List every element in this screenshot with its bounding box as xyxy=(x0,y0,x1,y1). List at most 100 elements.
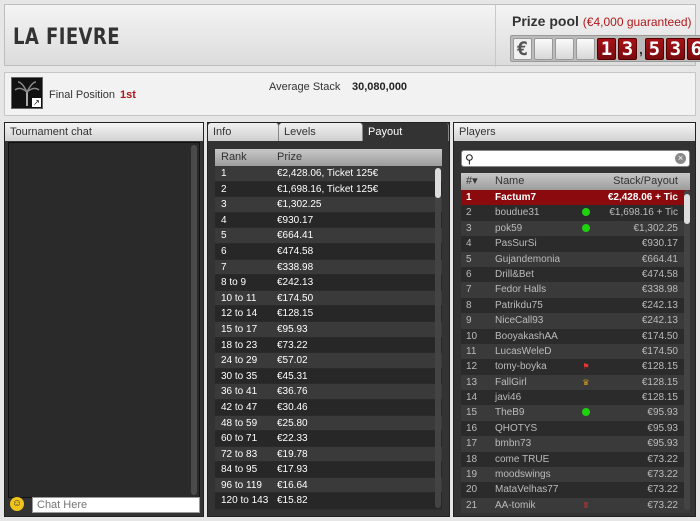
player-stack: €930.17 xyxy=(641,238,678,250)
players-panel: Players ⚲ × #▾ Name Stack/Payout 1 Factum… xyxy=(453,122,696,517)
player-row[interactable]: 6 Drill&Bet €474.58 xyxy=(461,266,690,283)
prize-column-header[interactable]: Prize xyxy=(277,149,442,166)
chat-input[interactable] xyxy=(32,497,200,513)
payout-rank: 5 xyxy=(221,230,227,242)
player-row[interactable]: 18 come TRUE €73.22 xyxy=(461,451,690,468)
euro-digit: € xyxy=(513,37,532,60)
player-name: Factum7 xyxy=(495,192,537,203)
player-row[interactable]: 21 AA-tomik ʬ €73.22 xyxy=(461,497,690,513)
player-icon-slot xyxy=(575,436,597,451)
payout-rank: 10 to 11 xyxy=(221,292,257,304)
clear-search-icon[interactable]: × xyxy=(675,153,686,164)
player-row[interactable]: 17 bmbn73 €95.93 xyxy=(461,436,690,452)
player-name: MataVelhas77 xyxy=(495,484,559,496)
player-icon-slot xyxy=(575,298,597,313)
player-row[interactable]: 4 PasSurSi €930.17 xyxy=(461,236,690,252)
chat-log[interactable] xyxy=(8,142,200,498)
player-row[interactable]: 1 Factum7 €2,428.06 + Tic xyxy=(461,190,690,206)
payout-row: 1 €2,428.06, Ticket 125€ xyxy=(215,166,442,182)
player-rank: 1 xyxy=(466,192,472,203)
payout-rank: 36 to 41 xyxy=(221,386,258,398)
player-rank: 16 xyxy=(466,422,478,434)
stack-column-header[interactable]: Stack/Payout xyxy=(597,173,690,190)
payout-rank: 12 to 14 xyxy=(221,308,258,320)
player-row[interactable]: 13 FallGirl ♛ €128.15 xyxy=(461,374,690,391)
payout-rank: 8 to 9 xyxy=(221,277,247,289)
chat-input-row: ☺ xyxy=(8,497,202,513)
player-stack: €242.13 xyxy=(641,299,678,311)
final-position-value: 1st xyxy=(120,89,136,101)
player-row[interactable]: 10 BooyakashAA €174.50 xyxy=(461,328,690,344)
player-row[interactable]: 11 LucasWeleD €174.50 xyxy=(461,343,690,360)
payout-rank: 18 to 23 xyxy=(221,339,258,351)
player-rank: 19 xyxy=(466,469,478,481)
player-stack: €2,428.06 + Tic xyxy=(607,192,678,203)
player-row[interactable]: 2 boudue31 €1,698.16 + Tic xyxy=(461,205,690,221)
prize-pool-guarantee: (€4,000 guaranteed) xyxy=(582,15,692,29)
rank-column-header[interactable]: Rank xyxy=(215,149,277,166)
player-row[interactable]: 20 MataVelhas77 €73.22 xyxy=(461,482,690,498)
tab-payout[interactable]: Payout xyxy=(363,123,449,141)
player-row[interactable]: 15 TheB9 €95.93 xyxy=(461,405,690,421)
payout-prize: €664.41 xyxy=(277,230,314,242)
crown-icon: ♛ xyxy=(582,377,590,387)
payout-rank: 84 to 95 xyxy=(221,464,258,476)
payout-prize: €338.98 xyxy=(277,261,314,273)
payout-rank: 2 xyxy=(221,183,227,195)
online-status-icon xyxy=(575,205,597,220)
player-name: TheB9 xyxy=(495,407,525,419)
num-column-header[interactable]: #▾ xyxy=(461,173,495,190)
blank-digit xyxy=(576,37,595,60)
player-rank: 14 xyxy=(466,392,478,404)
player-row[interactable]: 7 Fedor Halls €338.98 xyxy=(461,282,690,298)
player-search-input[interactable]: ⚲ × xyxy=(461,150,690,167)
name-column-header[interactable]: Name xyxy=(495,173,575,190)
flag-icon: ⚑ xyxy=(582,362,590,372)
player-row[interactable]: 14 javi46 €128.15 xyxy=(461,390,690,406)
payout-prize: €17.93 xyxy=(277,464,308,476)
players-header: #▾ Name Stack/Payout xyxy=(461,173,690,190)
tab-info[interactable]: Info xyxy=(208,123,279,141)
chat-scrollbar[interactable] xyxy=(191,145,197,495)
payout-prize: €2,428.06, Ticket 125€ xyxy=(277,168,379,179)
scrollbar-thumb[interactable] xyxy=(435,168,441,198)
payout-scrollbar[interactable] xyxy=(435,168,441,508)
payout-row: 36 to 41 €36.76 xyxy=(215,384,442,400)
player-row[interactable]: 8 Patrikdu75 €242.13 xyxy=(461,297,690,314)
player-row[interactable]: 16 QHOTYS €95.93 xyxy=(461,420,690,437)
player-stack: €73.22 xyxy=(647,469,678,481)
emoji-icon[interactable]: ☺ xyxy=(10,497,24,511)
payout-row: 3 €1,302.25 xyxy=(215,197,442,213)
tab-levels[interactable]: Levels xyxy=(279,123,363,141)
payout-row: 96 to 119 €16.64 xyxy=(215,477,442,494)
players-scrollbar[interactable] xyxy=(684,190,690,510)
payout-row: 6 €474.58 xyxy=(215,243,442,260)
player-name: come TRUE xyxy=(495,453,550,465)
chat-title: Tournament chat xyxy=(5,123,203,141)
player-info-bar: ↗ Final Position 1st Average Stack 30,08… xyxy=(4,72,696,116)
external-link-icon: ↗ xyxy=(32,98,41,107)
blank-digit xyxy=(555,37,574,60)
player-icon-slot xyxy=(575,390,597,405)
player-row[interactable]: 5 Gujandemonia €664.41 xyxy=(461,251,690,267)
payout-prize: €1,698.16, Ticket 125€ xyxy=(277,183,379,195)
player-name: AA-tomik xyxy=(495,499,536,511)
player-row[interactable]: 19 moodswings €73.22 xyxy=(461,467,690,483)
player-name: boudue31 xyxy=(495,207,540,219)
player-stack: €242.13 xyxy=(641,315,678,327)
player-name: bmbn73 xyxy=(495,438,532,450)
blank-digit xyxy=(534,37,553,60)
avatar[interactable]: ↗ xyxy=(11,77,43,109)
payout-prize: €1,302.25 xyxy=(277,199,322,211)
player-row[interactable]: 12 tomy-boyka ⚑ €128.15 xyxy=(461,359,690,375)
player-row[interactable]: 3 pok59 €1,302.25 xyxy=(461,220,690,237)
player-stack: €73.22 xyxy=(647,499,678,511)
payout-prize: €45.31 xyxy=(277,370,308,382)
player-icon-slot xyxy=(575,452,597,467)
scrollbar-thumb[interactable] xyxy=(684,194,690,224)
player-stack: €174.50 xyxy=(641,345,678,357)
badge-icon: ʬ xyxy=(584,500,588,510)
payout-rank: 72 to 83 xyxy=(221,448,258,460)
payout-rank: 48 to 59 xyxy=(221,417,258,429)
player-row[interactable]: 9 NiceCall93 €242.13 xyxy=(461,313,690,329)
